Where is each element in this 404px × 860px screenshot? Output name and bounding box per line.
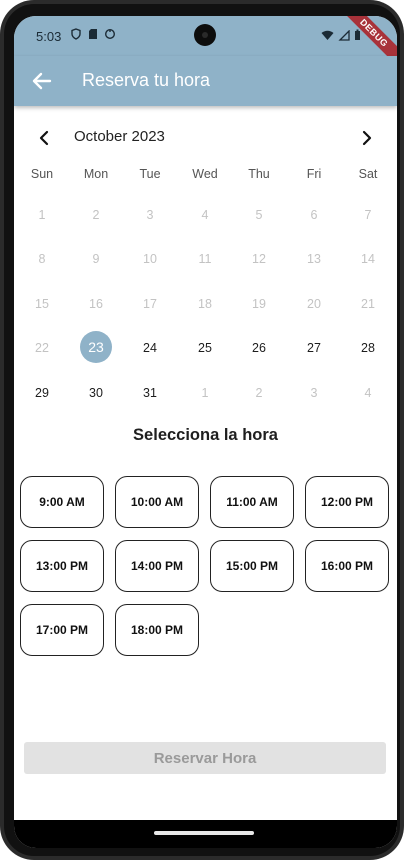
time-slot-button[interactable]: 14:00 PM — [115, 540, 199, 592]
wifi-icon — [321, 29, 334, 44]
calendar-day: 1 — [201, 386, 209, 400]
chevron-right-icon — [362, 130, 372, 146]
calendar-day: 1 — [38, 208, 46, 222]
weekday-label: Sat — [358, 167, 378, 181]
time-slot-button[interactable]: 17:00 PM — [20, 604, 104, 656]
calendar-week-row: 22 23 24 25 26 27 28 — [14, 331, 397, 363]
screen: 5:03 DEBUG Reserva tu hora October 2023 … — [14, 16, 397, 848]
calendar-day: 11 — [198, 252, 212, 266]
status-time: 5:03 — [36, 29, 62, 44]
weekday-label: Thu — [248, 167, 270, 181]
calendar-day: 17 — [143, 297, 157, 311]
calendar-day: 10 — [143, 252, 157, 266]
time-slot-button[interactable]: 16:00 PM — [305, 540, 389, 592]
weekday-label: Wed — [192, 167, 218, 181]
home-indicator[interactable] — [154, 831, 254, 835]
month-label: October 2023 — [74, 128, 165, 145]
vpn-shield-icon — [70, 28, 82, 43]
calendar-day[interactable]: 26 — [239, 341, 279, 355]
calendar-day: 2 — [255, 386, 263, 400]
calendar-day-selected[interactable]: 23 — [80, 331, 112, 363]
calendar-day: 18 — [198, 297, 212, 311]
calendar-day: 6 — [310, 208, 318, 222]
time-slot-button[interactable]: 13:00 PM — [20, 540, 104, 592]
calendar-day[interactable]: 30 — [76, 386, 116, 400]
calendar-day: 22 — [35, 341, 49, 355]
signal-icon — [338, 29, 350, 44]
app-bar: Reserva tu hora — [14, 56, 397, 106]
calendar-day: 16 — [89, 297, 103, 311]
page-title: Reserva tu hora — [82, 70, 211, 90]
next-month-button[interactable] — [357, 126, 377, 150]
calendar-day: 3 — [310, 386, 318, 400]
calendar-week-row: 1 2 3 4 5 6 7 — [14, 204, 397, 230]
time-slot-button[interactable]: 9:00 AM — [20, 476, 104, 528]
calendar-day: 21 — [361, 297, 375, 311]
calendar-day[interactable]: 27 — [294, 341, 334, 355]
calendar-day: 3 — [146, 208, 154, 222]
calendar-day[interactable]: 28 — [348, 341, 388, 355]
weekday-label: Fri — [306, 167, 322, 181]
calendar-week-row: 29 30 31 1 2 3 4 — [14, 382, 397, 408]
calendar-week-row: 15 16 17 18 19 20 21 — [14, 293, 397, 319]
sim-card-icon — [88, 28, 98, 43]
phone-frame: 5:03 DEBUG Reserva tu hora October 2023 … — [0, 0, 404, 860]
calendar-day: 5 — [255, 208, 263, 222]
status-icons-right — [321, 29, 361, 44]
time-slot-button[interactable]: 15:00 PM — [210, 540, 294, 592]
back-button[interactable] — [28, 67, 56, 95]
weekday-label: Tue — [139, 167, 161, 181]
calendar-day[interactable]: 25 — [185, 341, 225, 355]
calendar-day: 14 — [361, 252, 375, 266]
calendar-day[interactable]: 29 — [22, 386, 62, 400]
reserve-button[interactable]: Reservar Hora — [24, 742, 386, 774]
weekday-label: Sun — [30, 167, 54, 181]
calendar-day: 20 — [307, 297, 321, 311]
arrow-left-icon — [32, 72, 52, 90]
calendar-day: 13 — [307, 252, 321, 266]
system-navigation-bar — [14, 820, 397, 848]
status-bar: 5:03 DEBUG — [14, 16, 397, 70]
calendar-day[interactable]: 24 — [130, 341, 170, 355]
calendar-day: 8 — [38, 252, 46, 266]
calendar-day[interactable]: 31 — [130, 386, 170, 400]
time-slot-button[interactable]: 18:00 PM — [115, 604, 199, 656]
prev-month-button[interactable] — [34, 126, 54, 150]
time-slot-button[interactable]: 11:00 AM — [210, 476, 294, 528]
phone-bezel: 5:03 DEBUG Reserva tu hora October 2023 … — [4, 4, 400, 856]
weekday-row: Sun Mon Tue Wed Thu Fri Sat — [14, 164, 397, 190]
calendar-day: 2 — [92, 208, 100, 222]
calendar-day: 4 — [364, 386, 372, 400]
data-saver-icon — [104, 28, 116, 43]
calendar-day: 15 — [35, 297, 49, 311]
time-slot-button[interactable]: 10:00 AM — [115, 476, 199, 528]
calendar-day: 4 — [201, 208, 209, 222]
front-camera — [194, 24, 216, 46]
status-icons-left — [70, 28, 116, 43]
calendar-header: October 2023 — [14, 124, 397, 152]
calendar-day: 7 — [364, 208, 372, 222]
time-slot-button[interactable]: 12:00 PM — [305, 476, 389, 528]
time-section-title: Selecciona la hora — [133, 426, 278, 444]
calendar-day: 12 — [252, 252, 266, 266]
calendar-day: 9 — [92, 252, 100, 266]
calendar-week-row: 8 9 10 11 12 13 14 — [14, 248, 397, 274]
chevron-left-icon — [39, 130, 49, 146]
calendar-day: 19 — [252, 297, 266, 311]
weekday-label: Mon — [83, 167, 109, 181]
battery-icon — [354, 29, 361, 44]
